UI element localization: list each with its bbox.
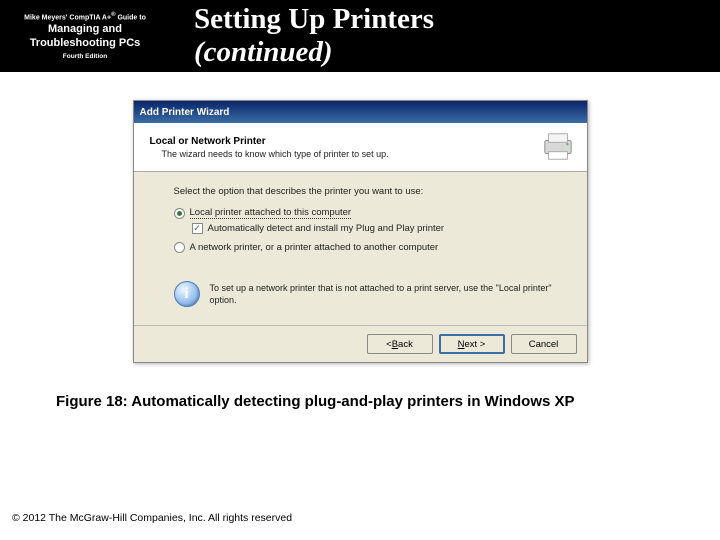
radio-icon: [174, 242, 185, 253]
back-button[interactable]: < Back: [367, 334, 433, 354]
back-rest: ack: [398, 339, 413, 350]
radio-network-label: A network printer, or a printer attached…: [190, 242, 439, 253]
series-suffix: Guide to: [117, 14, 145, 21]
content-area: Add Printer Wizard Local or Network Prin…: [0, 72, 720, 410]
title-continued: (continued): [194, 36, 333, 68]
info-text: To set up a network printer that is not …: [210, 281, 561, 306]
next-button[interactable]: Next >: [439, 334, 505, 354]
figure-caption: Figure 18: Automatically detecting plug-…: [0, 393, 720, 410]
next-u: N: [458, 339, 465, 350]
radio-local-printer[interactable]: Local printer attached to this computer: [174, 207, 561, 219]
wizard-header-text: Local or Network Printer The wizard need…: [150, 136, 389, 159]
checkbox-icon: ✓: [192, 223, 203, 234]
cancel-label: Cancel: [529, 339, 559, 350]
info-row: i To set up a network printer that is no…: [174, 281, 561, 307]
book-title: Managing and Troubleshooting PCs: [6, 23, 164, 49]
next-rest: ext >: [465, 339, 486, 350]
titlebar-text: Add Printer Wizard: [140, 107, 230, 118]
radio-local-label: Local printer attached to this computer: [190, 207, 352, 219]
window-titlebar: Add Printer Wizard: [134, 101, 587, 123]
copyright-text: © 2012 The McGraw-Hill Companies, Inc. A…: [12, 512, 292, 524]
add-printer-wizard-window: Add Printer Wizard Local or Network Prin…: [133, 100, 588, 363]
book-info-block: Mike Meyers' CompTIA A+® Guide to Managi…: [0, 8, 170, 64]
cancel-button[interactable]: Cancel: [511, 334, 577, 354]
wizard-body: Select the option that describes the pri…: [134, 172, 587, 325]
series-prefix: Mike Meyers' CompTIA A+: [24, 14, 111, 21]
printer-icon: [539, 131, 577, 163]
radio-icon: [174, 208, 185, 219]
info-icon: i: [174, 281, 200, 307]
wizard-header-title: Local or Network Printer: [150, 136, 389, 147]
slide-header: Mike Meyers' CompTIA A+® Guide to Managi…: [0, 0, 720, 72]
slide-title: Setting Up Printers (continued): [170, 3, 720, 69]
checkbox-label: Automatically detect and install my Plug…: [208, 223, 445, 234]
wizard-header-subtitle: The wizard needs to know which type of p…: [162, 149, 389, 159]
wizard-button-row: < Back Next > Cancel: [134, 325, 587, 362]
book-edition: Fourth Edition: [6, 53, 164, 60]
book-series: Mike Meyers' CompTIA A+® Guide to: [6, 12, 164, 21]
reg-mark: ®: [111, 12, 115, 18]
radio-network-printer[interactable]: A network printer, or a printer attached…: [174, 242, 561, 253]
wizard-header: Local or Network Printer The wizard need…: [134, 123, 587, 172]
title-main: Setting Up Printers: [194, 3, 434, 35]
checkbox-auto-detect[interactable]: ✓ Automatically detect and install my Pl…: [192, 223, 561, 234]
wizard-prompt: Select the option that describes the pri…: [174, 186, 561, 197]
